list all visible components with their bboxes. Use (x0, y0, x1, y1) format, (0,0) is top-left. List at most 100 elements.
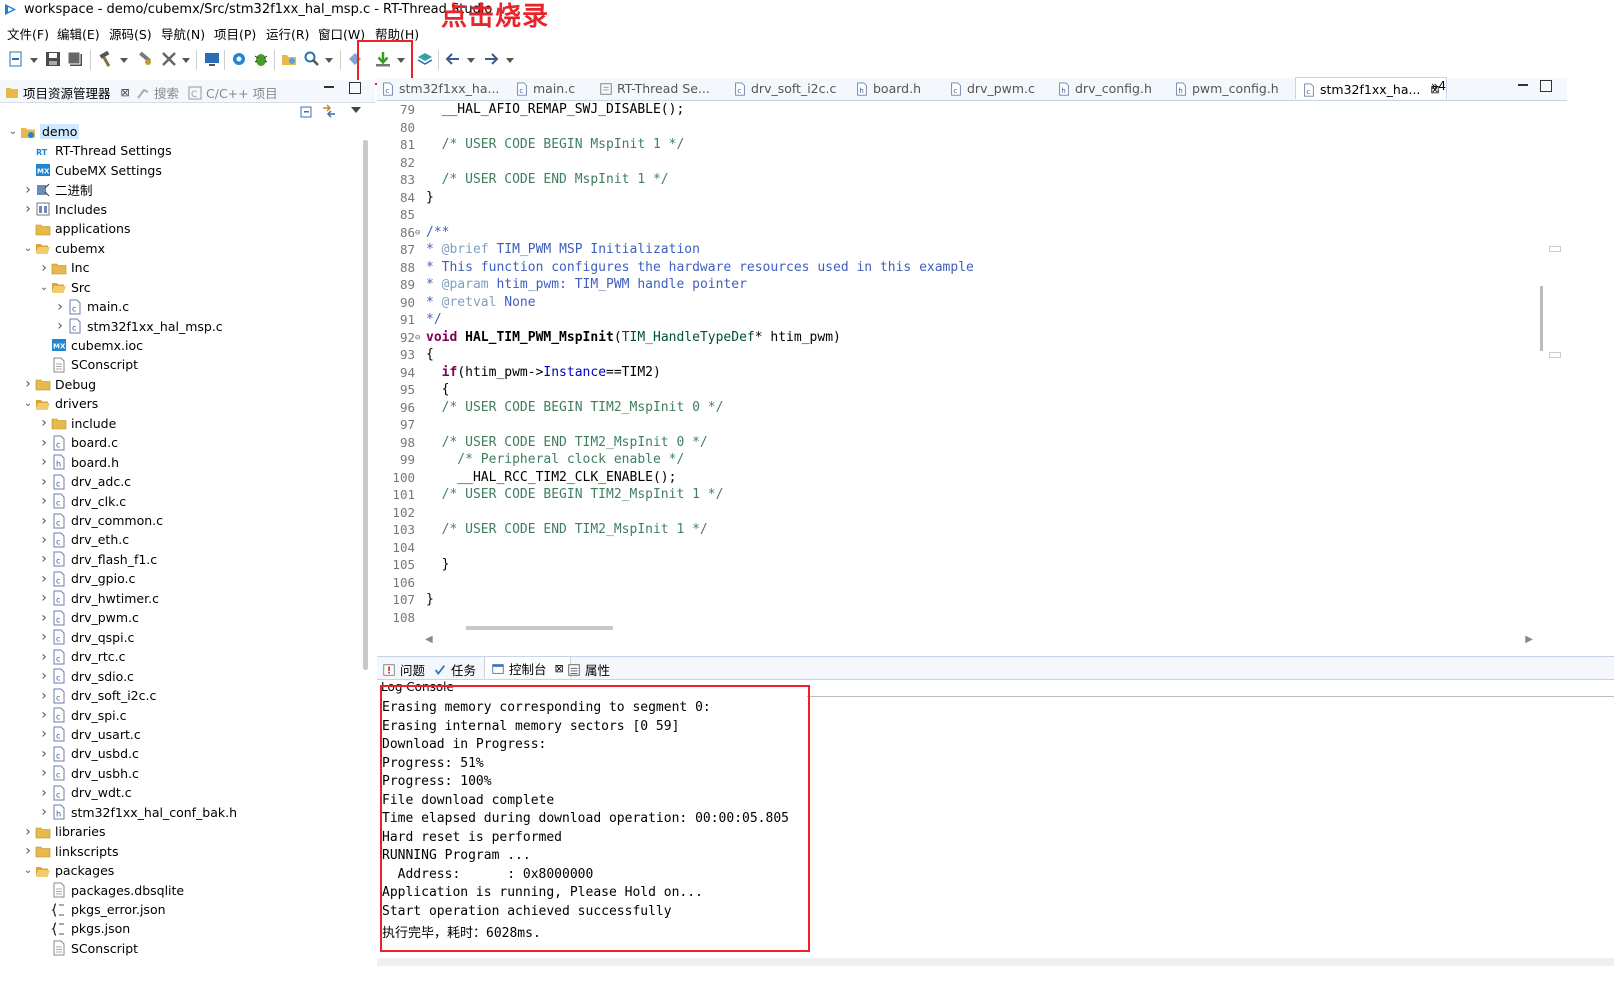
chevron-right-icon[interactable]: › (39, 532, 49, 548)
chevron-right-icon[interactable]: › (39, 649, 49, 665)
chevron-right-icon[interactable]: › (39, 688, 49, 704)
minimize-icon[interactable] (324, 86, 334, 88)
tree-item[interactable]: › Debug (23, 375, 96, 394)
code-editor[interactable]: 79 80 81 82 83 84 85 86 ⊖ 87 88 89 90 91 92 ⊖ 93 94 95 96 97… (377, 101, 1532, 631)
terminal-icon[interactable] (203, 50, 221, 68)
tree-item[interactable]: › libraries (23, 822, 105, 841)
tree-item[interactable]: › include (39, 414, 116, 433)
editor-tab[interactable]: h board.h (855, 81, 921, 96)
scroll-left-icon[interactable]: ◀ (425, 634, 433, 645)
editor-scroll-thumb[interactable] (1540, 286, 1543, 351)
chevron-right-icon[interactable]: › (39, 474, 49, 490)
settings-gear-icon[interactable] (230, 50, 248, 68)
maximize-icon[interactable] (349, 82, 361, 94)
editor-tab[interactable]: c main.c (515, 81, 575, 96)
tree-item[interactable]: MX cubemx.ioc (39, 336, 143, 355)
tree-item[interactable]: packages.dbsqlite (39, 881, 184, 900)
tab-cpp-projects[interactable]: C C/C++ 项目 (188, 83, 278, 102)
editor-tab[interactable]: RT-Thread Se... (599, 81, 710, 96)
tree-item[interactable]: › c drv_usart.c (39, 725, 141, 744)
save-icon[interactable] (44, 50, 62, 68)
chevron-right-icon[interactable]: › (39, 415, 49, 431)
tree-item[interactable]: › c drv_common.c (39, 511, 163, 530)
tree-item[interactable]: › c drv_usbd.c (39, 744, 139, 763)
editor-tab[interactable]: h pwm_config.h (1174, 81, 1279, 96)
chevron-down-icon[interactable]: ⌄ (39, 282, 49, 293)
chevron-down-icon[interactable]: ⌄ (23, 865, 33, 876)
chevron-right-icon[interactable]: › (55, 318, 65, 334)
chevron-right-icon[interactable]: › (39, 571, 49, 587)
tree-item[interactable]: › c drv_qspi.c (39, 628, 134, 647)
chevron-right-icon[interactable]: › (39, 260, 49, 276)
tab-search[interactable]: 搜索 (136, 83, 179, 102)
project-tree-scrollbar[interactable] (363, 140, 368, 670)
menu-item-4[interactable]: 项目(P) (214, 24, 256, 43)
editor-tab[interactable]: c stm32f1xx_ha... (381, 81, 499, 96)
menu-item-2[interactable]: 源码(S) (109, 24, 152, 43)
console-tab[interactable]: 属性 (567, 660, 610, 679)
editor-tabs-overflow[interactable]: »4 (1431, 79, 1446, 93)
tree-item[interactable]: › c drv_rtc.c (39, 647, 125, 666)
chevron-right-icon[interactable]: › (39, 551, 49, 567)
search-icon[interactable] (303, 50, 321, 68)
chevron-right-icon[interactable]: › (23, 376, 33, 392)
clean-icon[interactable] (160, 50, 178, 68)
menu-item-3[interactable]: 导航(N) (161, 24, 205, 43)
debug-bug-icon[interactable] (252, 50, 270, 68)
build-hammer-icon[interactable] (97, 50, 115, 68)
chevron-right-icon[interactable]: › (55, 299, 65, 315)
editor-hscroll-thumb[interactable] (466, 626, 613, 630)
chevron-right-icon[interactable]: › (39, 804, 49, 820)
editor-maximize-icon[interactable] (1540, 80, 1552, 92)
console-tab[interactable]: 任务 (433, 660, 476, 679)
tab-project-explorer[interactable]: 项目资源管理器 ⊠ (5, 83, 130, 102)
tree-item[interactable]: › c drv_gpio.c (39, 569, 135, 588)
console-tab[interactable]: 问题 (382, 660, 425, 679)
chevron-right-icon[interactable]: › (39, 610, 49, 626)
tree-item[interactable]: › c drv_usbh.c (39, 764, 139, 783)
tree-item[interactable]: › c drv_soft_i2c.c (39, 686, 156, 705)
forward-dropdown-arrow[interactable] (506, 58, 514, 63)
tree-item[interactable]: pkgs_error.json (39, 900, 166, 919)
close-icon[interactable]: ⊠ (555, 662, 564, 675)
tree-item[interactable]: › c drv_hwtimer.c (39, 589, 159, 608)
chevron-right-icon[interactable]: › (23, 843, 33, 859)
editor-horizontal-scrollbar[interactable]: ◀ ▶ (425, 632, 1533, 645)
chevron-right-icon[interactable]: › (39, 590, 49, 606)
tree-item[interactable]: › c drv_flash_f1.c (39, 550, 157, 569)
tree-item[interactable]: › c drv_spi.c (39, 706, 126, 725)
editor-minimize-icon[interactable] (1518, 84, 1528, 86)
build-dropdown-arrow[interactable] (120, 58, 128, 63)
tree-item[interactable]: › c drv_pwm.c (39, 608, 139, 627)
menu-item-1[interactable]: 编辑(E) (57, 24, 100, 43)
chevron-right-icon[interactable]: › (39, 746, 49, 762)
chevron-down-icon[interactable]: ⌄ (8, 126, 18, 137)
fold-collapse-icon[interactable]: ⊖ (415, 333, 420, 343)
tree-item[interactable]: › linkscripts (23, 842, 118, 861)
chevron-right-icon[interactable]: › (23, 201, 33, 217)
tree-item[interactable]: SConscript (39, 355, 138, 374)
chevron-right-icon[interactable]: › (39, 454, 49, 470)
chevron-right-icon[interactable]: › (39, 707, 49, 723)
editor-tab[interactable]: h drv_config.h (1057, 81, 1152, 96)
tree-item[interactable]: RT RT-Thread Settings (23, 141, 172, 160)
chevron-right-icon[interactable]: › (23, 824, 33, 840)
chevron-right-icon[interactable]: › (39, 765, 49, 781)
tree-item[interactable]: › c main.c (55, 297, 129, 316)
chevron-down-icon[interactable]: ⌄ (23, 243, 33, 254)
tree-item[interactable]: MX CubeMX Settings (23, 161, 162, 180)
scroll-right-icon[interactable]: ▶ (1525, 634, 1533, 645)
search-dropdown-arrow[interactable] (325, 58, 333, 63)
tree-item[interactable]: pkgs.json (39, 919, 130, 938)
tree-item[interactable]: › c board.c (39, 433, 118, 452)
tree-item[interactable]: ⌄ drivers (23, 394, 99, 413)
chevron-right-icon[interactable]: › (39, 493, 49, 509)
chevron-right-icon[interactable]: › (39, 726, 49, 742)
tree-item[interactable]: › c drv_wdt.c (39, 783, 131, 802)
save-all-icon[interactable] (66, 50, 84, 68)
menu-item-5[interactable]: 运行(R) (266, 24, 309, 43)
tree-item[interactable]: › 二进制 (23, 180, 92, 199)
chevron-down-icon[interactable]: ⌄ (23, 398, 33, 409)
editor-vertical-scrollbar[interactable] (1533, 101, 1547, 631)
editor-tab[interactable]: c stm32f1xx_ha... ⊠ (1295, 77, 1447, 99)
